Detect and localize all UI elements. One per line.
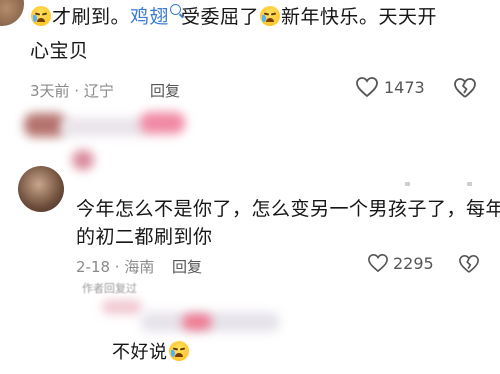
broken-heart-icon[interactable] <box>458 254 480 274</box>
search-link[interactable]: 鸡翅 <box>130 4 182 28</box>
comment-meta: 2-18 · 海南 <box>76 258 155 276</box>
heart-outline-icon <box>368 253 388 273</box>
heart-outline-icon <box>356 77 378 98</box>
like-count: 2295 <box>393 253 434 273</box>
comment-text-line2: 的初二都刷到你 <box>76 226 213 248</box>
crying-face-emoji-icon <box>168 341 189 361</box>
like-button[interactable]: 2295 <box>367 253 434 273</box>
comment-text: 才刷到。鸡翅 受委屈了 新年快乐。天天开 <box>30 2 437 32</box>
collapsed-indicators <box>405 182 485 186</box>
like-count: 1473 <box>384 77 425 97</box>
reply-button[interactable]: 回复 <box>150 80 180 101</box>
reply-text: 不好说 <box>112 338 190 368</box>
crying-face-emoji-icon <box>31 6 51 26</box>
avatar[interactable] <box>18 166 64 212</box>
comment-text-line2: 心宝贝 <box>30 40 89 62</box>
broken-heart-icon[interactable] <box>453 77 477 99</box>
comment-meta: 3天前 · 辽宁 <box>30 82 114 100</box>
search-icon <box>170 4 182 15</box>
author-reply-tag: 作者回复过 <box>82 282 137 295</box>
reply-button[interactable]: 回复 <box>172 256 202 277</box>
crying-face-emoji-icon <box>260 6 281 26</box>
comment-text: 今年怎么不是你了，怎么变另一个男孩子了，每年 <box>76 198 500 220</box>
avatar[interactable] <box>0 0 24 26</box>
like-button[interactable]: 1473 <box>355 76 425 98</box>
